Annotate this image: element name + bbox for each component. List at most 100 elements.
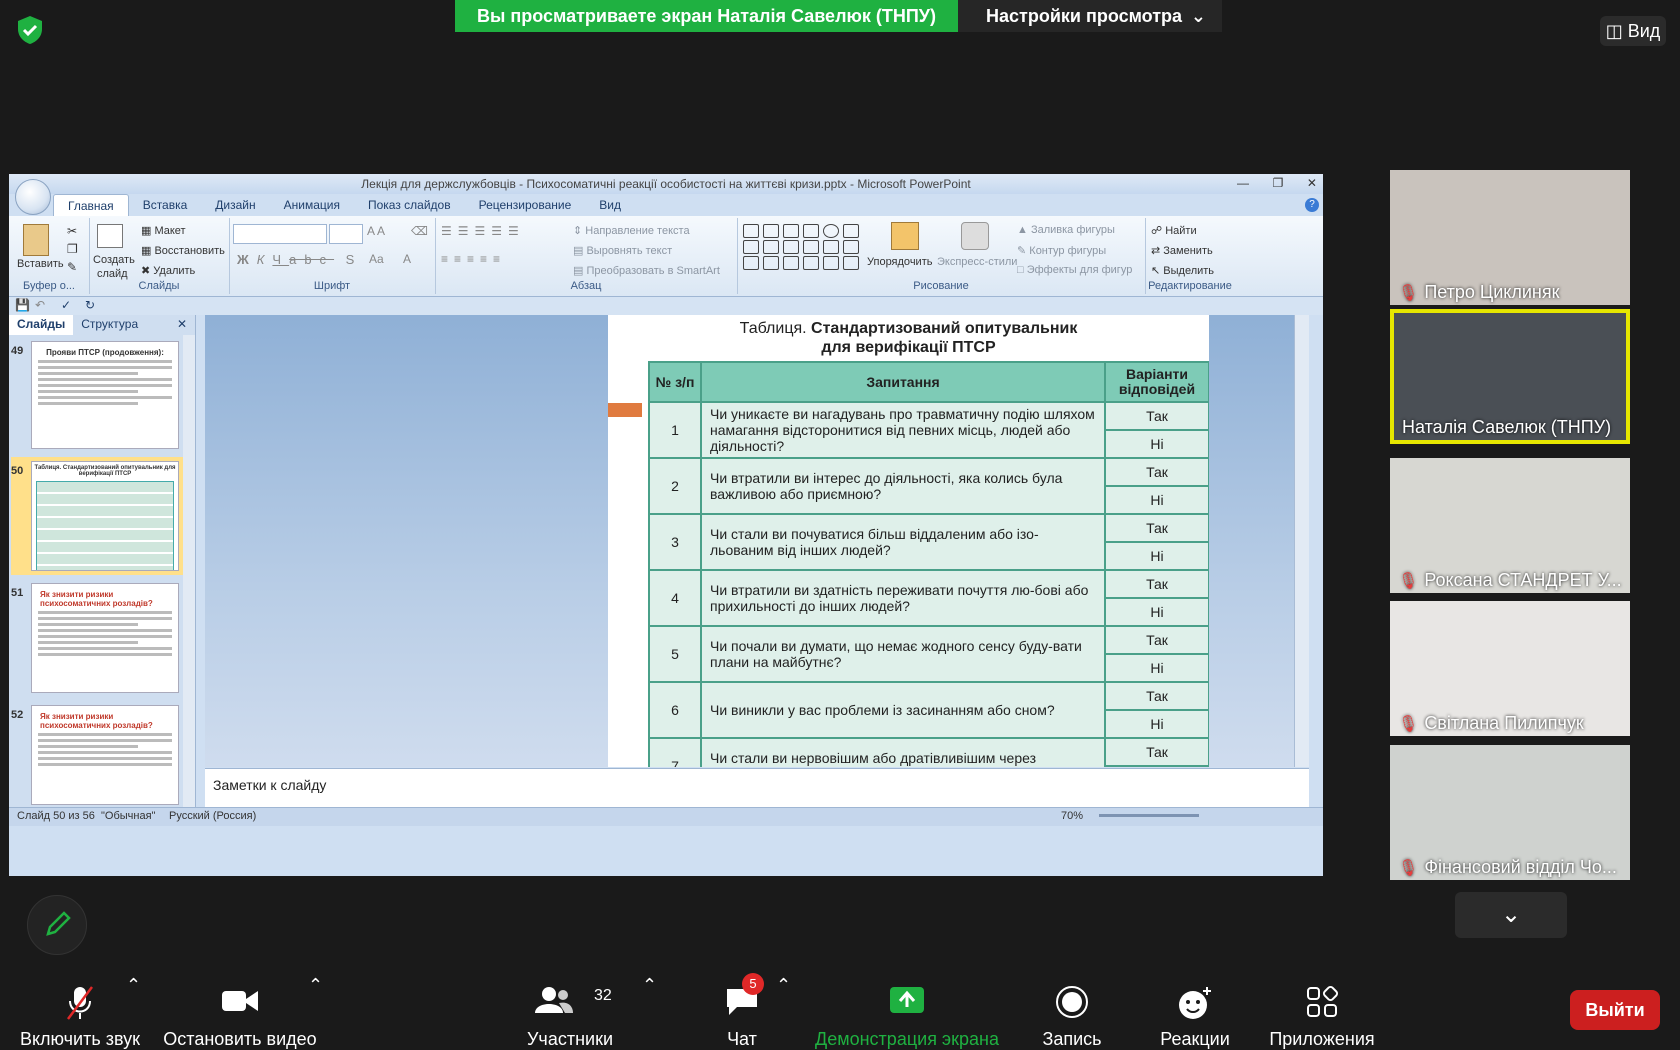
canvas-scrollbar[interactable] xyxy=(1294,315,1309,767)
group-label-font: Шрифт xyxy=(313,280,351,292)
chat-button[interactable]: 5 Чат xyxy=(712,973,772,1050)
font-size-select[interactable] xyxy=(329,224,363,244)
minimize-icon[interactable]: — xyxy=(1237,176,1249,192)
audio-options-caret[interactable]: ⌃ xyxy=(126,975,141,1050)
slide-thumb-50[interactable]: Таблиця. Стандартизований опитувальник д… xyxy=(31,461,179,571)
font-family-select[interactable] xyxy=(233,224,327,244)
reactions-button[interactable]: Реакции xyxy=(1150,975,1240,1050)
new-slide-button[interactable]: Создать xyxy=(93,254,135,266)
question-text: Чи втратили ви здатність переживати почу… xyxy=(700,569,1106,627)
restore-icon[interactable]: ❐ xyxy=(1273,176,1284,192)
view-options-button[interactable]: Настройки просмотра ⌄ xyxy=(958,0,1222,32)
find-button[interactable]: ☍ Найти xyxy=(1151,224,1197,237)
shape-effects-button[interactable]: □ Эффекты для фигур xyxy=(1017,264,1132,276)
share-screen-label: Демонстрация экрана xyxy=(815,1029,999,1049)
participants-button[interactable]: 32 Участники xyxy=(522,975,618,1050)
notes-pane[interactable]: Заметки к слайду xyxy=(205,768,1309,807)
font-style-buttons[interactable]: ЖКЧabc S xyxy=(237,252,362,267)
delete-slide-button[interactable]: ✖ Удалить xyxy=(141,264,195,277)
ptsd-questionnaire-table: № з/п Запитання Варіанти відповідей 1 Чи … xyxy=(648,361,1209,767)
change-case-icon[interactable]: Aa xyxy=(369,252,384,266)
participant-count: 32 xyxy=(594,987,612,1004)
redo-icon[interactable]: ↻ xyxy=(85,298,95,312)
apps-button[interactable]: Приложения xyxy=(1264,975,1380,1050)
security-shield-icon[interactable] xyxy=(14,14,46,46)
record-icon xyxy=(1056,986,1088,1018)
participants-options-caret[interactable]: ⌃ xyxy=(642,975,657,1050)
shapes-gallery[interactable] xyxy=(743,224,861,270)
replace-icon: ⇄ xyxy=(1151,245,1164,257)
video-options-caret[interactable]: ⌃ xyxy=(308,975,323,1050)
quick-styles-button[interactable]: Экспресс-стили xyxy=(937,256,1017,268)
close-icon[interactable]: ✕ xyxy=(1307,176,1317,192)
shape-outline-button[interactable]: ✎ Контур фигуры xyxy=(1017,244,1106,257)
paste-button[interactable]: Вставить xyxy=(17,258,64,270)
answer-yes: Так xyxy=(1104,737,1209,767)
list-buttons[interactable]: ☰☰☰☰☰ xyxy=(441,224,525,238)
participant-tile-1[interactable]: 🎙 Петро Циклиняк xyxy=(1390,170,1630,305)
shape-fill-button[interactable]: ▲ Заливка фигуры xyxy=(1017,224,1115,236)
view-label: Вид xyxy=(1627,21,1661,41)
show-more-participants-button[interactable]: ⌄ xyxy=(1455,892,1567,938)
align-text-button[interactable]: ▤ Выровнять текст xyxy=(573,244,672,257)
slide-thumb-49[interactable]: Прояви ПТСР (продовження): xyxy=(31,341,179,449)
annotate-button[interactable] xyxy=(27,895,87,955)
participant-tile-2-active-speaker[interactable]: Наталія Савелюк (ТНПУ) xyxy=(1390,309,1630,444)
layout-button[interactable]: ▦ Макет xyxy=(141,224,186,237)
mic-muted-icon: 🎙 xyxy=(1398,285,1419,302)
scissors-icon[interactable]: ✂ xyxy=(67,224,77,238)
answer-no: Ні xyxy=(1104,709,1209,739)
clear-format-icon[interactable]: ⌫ xyxy=(411,224,428,238)
tab-home[interactable]: Главная xyxy=(53,194,129,217)
tab-slides[interactable]: Слайды xyxy=(9,315,74,335)
pane-tabs: Слайды Структура ✕ xyxy=(9,315,195,335)
tab-slideshow[interactable]: Показ слайдов xyxy=(354,194,465,216)
grow-font-icon[interactable]: A A xyxy=(367,224,385,238)
close-pane-icon[interactable]: ✕ xyxy=(169,315,195,335)
tab-review[interactable]: Рецензирование xyxy=(465,194,586,216)
tab-outline[interactable]: Структура xyxy=(73,315,146,335)
smartart-button[interactable]: ▤ Преобразовать в SmartArt xyxy=(573,264,720,277)
leave-meeting-button[interactable]: Выйти xyxy=(1570,990,1660,1030)
group-label-drawing: Рисование xyxy=(913,280,969,292)
help-icon[interactable]: ? xyxy=(1305,198,1319,212)
text-direction-button[interactable]: ⇕ Направление текста xyxy=(573,224,690,237)
tab-design[interactable]: Дизайн xyxy=(201,194,269,216)
pane-scrollbar[interactable] xyxy=(183,335,195,807)
undo-icon[interactable]: ↶ xyxy=(35,298,45,312)
office-button[interactable] xyxy=(15,179,51,215)
tab-insert[interactable]: Вставка xyxy=(129,194,202,216)
share-screen-button[interactable]: Демонстрация экрана xyxy=(812,975,1002,1050)
tab-animation[interactable]: Анимация xyxy=(270,194,354,216)
chevron-down-icon: ⌄ xyxy=(1190,6,1206,26)
zoom-slider[interactable] xyxy=(1099,814,1199,817)
question-text: Чи виникли у вас проблеми із засинанням … xyxy=(700,681,1106,739)
copy-icon[interactable]: ❐ xyxy=(67,242,78,256)
thumb-number: 51 xyxy=(11,587,24,599)
thumb-number: 49 xyxy=(11,345,24,357)
participant-tile-3[interactable]: 🎙 Роксана СТАНДРЕТ У... xyxy=(1390,458,1630,593)
participant-name: Наталія Савелюк (ТНПУ) xyxy=(1402,417,1612,437)
current-slide[interactable]: Таблиця. Стандартизований опитувальник д… xyxy=(608,315,1209,767)
participants-icon xyxy=(535,987,573,1013)
slide-thumb-52[interactable]: Як знизити ризики психосоматичних розлад… xyxy=(31,705,179,805)
participant-tile-5[interactable]: 🎙 Фінансовий відділ Чо... xyxy=(1390,745,1630,880)
font-color-icon[interactable]: A xyxy=(403,252,411,266)
record-button[interactable]: Запись xyxy=(1032,975,1112,1050)
spelling-icon[interactable]: ✓ xyxy=(61,298,71,312)
reset-button[interactable]: ▦ Восстановить xyxy=(141,244,225,257)
tab-view[interactable]: Вид xyxy=(585,194,635,216)
stop-video-button[interactable]: Остановить видео xyxy=(160,975,320,1050)
chat-options-caret[interactable]: ⌃ xyxy=(776,975,791,1050)
format-painter-icon[interactable]: ✎ xyxy=(67,260,77,274)
view-button[interactable]: ◫ Вид xyxy=(1600,16,1666,46)
participant-tile-4[interactable]: 🎙 Світлана Пилипчук xyxy=(1390,601,1630,736)
arrange-button[interactable]: Упорядочить xyxy=(867,256,932,268)
select-button[interactable]: ↖ Выделить xyxy=(1151,264,1214,277)
replace-button[interactable]: ⇄ Заменить xyxy=(1151,244,1213,257)
align-buttons[interactable]: ≡≡≡≡≡ xyxy=(441,252,506,266)
thumb-title: Як знизити ризики психосоматичних розлад… xyxy=(40,712,153,730)
slide-title: Таблиця. Стандартизований опитувальник д… xyxy=(739,320,1078,356)
slide-thumb-51[interactable]: Як знизити ризики психосоматичних розлад… xyxy=(31,583,179,693)
save-icon[interactable]: 💾 xyxy=(15,298,30,312)
